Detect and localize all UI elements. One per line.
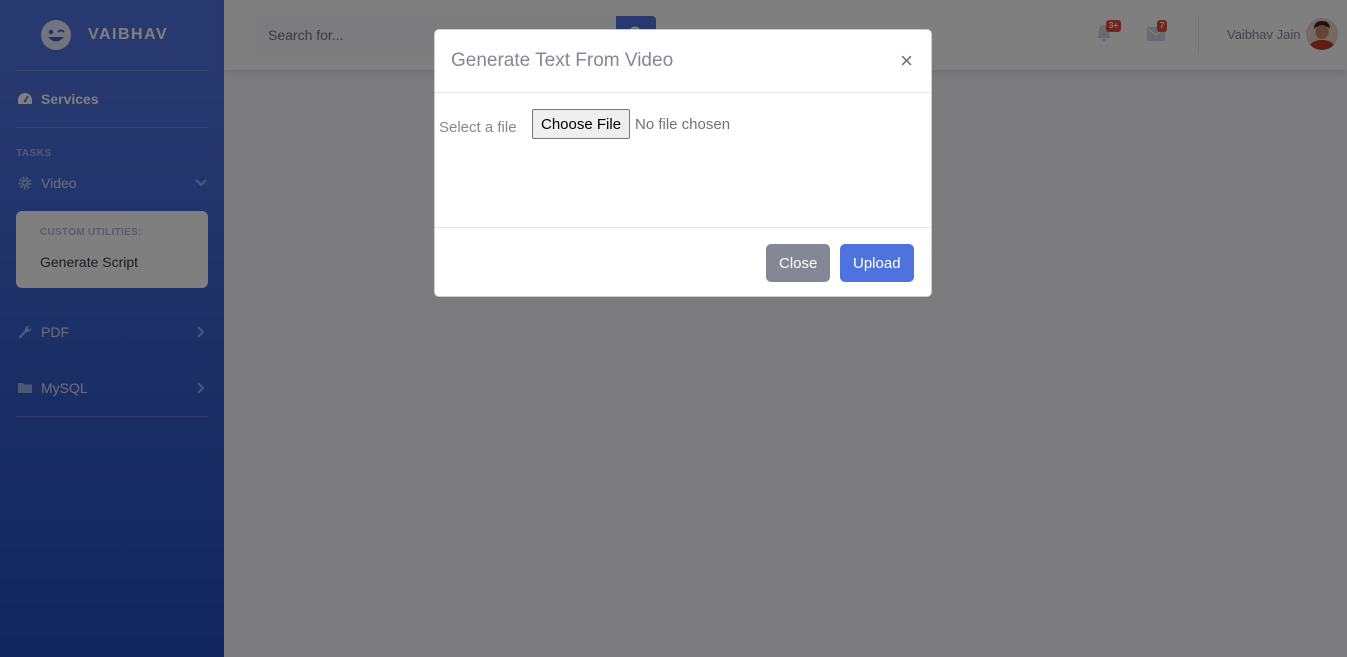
file-label: Select a file bbox=[439, 119, 517, 136]
modal-title: Generate Text From Video bbox=[451, 50, 674, 71]
close-button[interactable]: Close bbox=[766, 244, 831, 282]
upload-button[interactable]: Upload bbox=[840, 244, 914, 282]
modal-header: Generate Text From Video × bbox=[435, 30, 931, 93]
close-icon[interactable]: × bbox=[900, 50, 913, 72]
modal-body: Select a file Choose File No file chosen bbox=[435, 93, 931, 228]
file-status: No file chosen bbox=[635, 116, 731, 133]
modal-footer: Close Upload bbox=[435, 228, 931, 298]
upload-modal: Generate Text From Video × Select a file… bbox=[434, 29, 932, 297]
choose-file-button[interactable]: Choose File bbox=[532, 109, 631, 139]
